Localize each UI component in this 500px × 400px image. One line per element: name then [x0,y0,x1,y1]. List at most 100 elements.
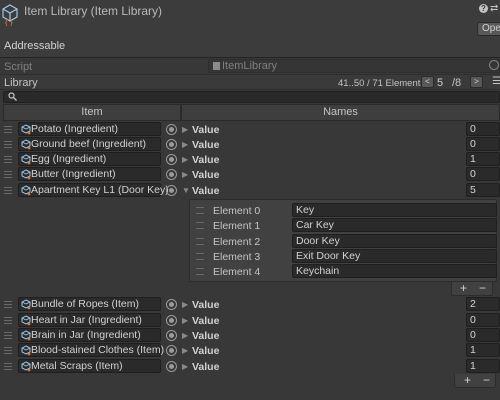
value-foldout-label[interactable]: Value [192,185,219,197]
scriptable-object-icon [21,185,31,196]
remove-item-button[interactable]: − [483,374,490,387]
element-text-field[interactable]: Key [292,203,497,217]
drag-handle-icon[interactable] [196,222,204,229]
drag-handle-icon[interactable] [4,156,12,163]
value-foldout-label[interactable]: Value [192,315,219,327]
search-icon [8,92,17,101]
item-name: Blood-stained Clothes (Item) [31,344,165,356]
names-size-field[interactable]: 1 [466,359,500,373]
object-picker-icon[interactable] [166,345,177,356]
names-size-field[interactable]: 0 [466,328,500,342]
object-picker-icon[interactable] [166,139,177,150]
drag-handle-icon[interactable] [196,238,204,245]
caret-right-icon[interactable]: ▶ [182,316,188,325]
item-object-field[interactable]: Blood-stained Clothes (Item) [18,343,165,357]
names-size-field[interactable]: 0 [466,137,500,151]
library-label[interactable]: Library [4,77,38,89]
value-foldout-label[interactable]: Value [192,169,219,181]
item-object-field[interactable]: Bundle of Ropes (Item) [18,297,161,311]
names-size-field[interactable]: 2 [466,297,500,311]
value-foldout-label[interactable]: Value [192,345,219,357]
caret-right-icon[interactable]: ▶ [182,140,188,149]
drag-handle-icon[interactable] [196,268,204,275]
drag-handle-icon[interactable] [4,317,12,324]
caret-right-icon[interactable]: ▶ [182,155,188,164]
prev-page-button[interactable]: < [421,76,434,88]
caret-down-icon[interactable]: ▼ [182,186,190,195]
object-picker-icon[interactable] [166,330,177,341]
names-size-field[interactable]: 0 [466,313,500,327]
item-object-field[interactable]: Egg (Ingredient) [18,152,161,166]
value-foldout-label[interactable]: Value [192,124,219,136]
caret-right-icon[interactable]: ▶ [182,125,188,134]
drag-handle-icon[interactable] [4,126,12,133]
menu-icon[interactable]: ☰ [492,76,500,87]
item-name: Potato (Ingredient) [31,123,118,135]
column-header-names[interactable]: Names [181,104,500,121]
object-picker-icon[interactable] [166,315,177,326]
drag-handle-icon[interactable] [4,347,12,354]
drag-handle-icon[interactable] [4,171,12,178]
element-label: Element 4 [213,266,261,278]
column-header-item[interactable]: Item [3,104,181,121]
names-size-field[interactable]: 1 [466,343,500,357]
object-picker-icon[interactable] [166,154,177,165]
object-picker-icon[interactable] [166,169,177,180]
element-text-field[interactable]: Car Key [292,218,497,232]
add-element-button[interactable]: + [460,282,467,295]
element-text-field[interactable]: Door Key [292,234,497,248]
caret-right-icon[interactable]: ▶ [182,331,188,340]
scriptable-object-icon [21,124,31,135]
item-object-field[interactable]: Butter (Ingredient) [18,167,161,181]
caret-right-icon[interactable]: ▶ [182,300,188,309]
object-picker-icon[interactable] [166,361,177,372]
script-label: Script [4,61,33,73]
item-object-field[interactable]: Ground beef (Ingredient) [18,137,161,151]
item-object-field[interactable]: Brain in Jar (Ingredient) [18,328,161,342]
names-list-add-remove: + − [451,282,493,296]
page-current[interactable]: 5 [437,77,443,89]
open-button[interactable]: Open [477,22,500,36]
next-page-button[interactable]: > [470,76,483,88]
drag-handle-icon[interactable] [4,301,12,308]
names-size-field[interactable]: 0 [466,167,500,181]
page-total: /8 [452,77,462,89]
drag-handle-icon[interactable] [196,207,204,214]
value-foldout-label[interactable]: Value [192,139,219,151]
remove-element-button[interactable]: − [479,282,486,295]
drag-handle-icon[interactable] [196,253,204,260]
drag-handle-icon[interactable] [4,363,12,370]
caret-right-icon[interactable]: ▶ [182,362,188,371]
object-picker-icon[interactable] [166,124,177,135]
object-picker-icon[interactable] [166,185,177,196]
element-text-field[interactable]: Keychain [292,264,497,278]
search-input[interactable] [3,91,500,103]
script-field: ItemLibrary [208,59,500,73]
element-text-field[interactable]: Exit Door Key [292,249,497,263]
add-item-button[interactable]: + [464,374,471,387]
item-name: Metal Scraps (Item) [31,360,123,372]
caret-right-icon[interactable]: ▶ [182,170,188,179]
caret-right-icon[interactable]: ▶ [182,346,188,355]
scriptable-object-icon [21,315,31,326]
item-object-field[interactable]: Heart in Jar (Ingredient) [18,313,161,327]
names-size-field[interactable]: 5 [466,183,500,197]
item-object-field[interactable]: Metal Scraps (Item) [18,359,161,373]
item-object-field[interactable]: Apartment Key L1 (Door Key) [18,183,169,197]
scriptable-object-icon [21,154,31,165]
drag-handle-icon[interactable] [4,332,12,339]
drag-handle-icon[interactable] [4,141,12,148]
value-foldout-label[interactable]: Value [192,154,219,166]
value-foldout-label[interactable]: Value [192,330,219,342]
drag-handle-icon[interactable] [4,187,12,194]
item-object-field[interactable]: Potato (Ingredient) [18,122,161,136]
object-picker-icon[interactable] [166,299,177,310]
value-foldout-label[interactable]: Value [192,361,219,373]
settings-icon[interactable]: ⇄ [490,3,498,14]
value-foldout-label[interactable]: Value [192,299,219,311]
help-icon[interactable]: ? [479,4,488,13]
names-size-field[interactable]: 1 [466,152,500,166]
item-name: Heart in Jar (Ingredient) [31,314,142,326]
script-value: ItemLibrary [222,60,278,72]
names-size-field[interactable]: 0 [466,122,500,136]
